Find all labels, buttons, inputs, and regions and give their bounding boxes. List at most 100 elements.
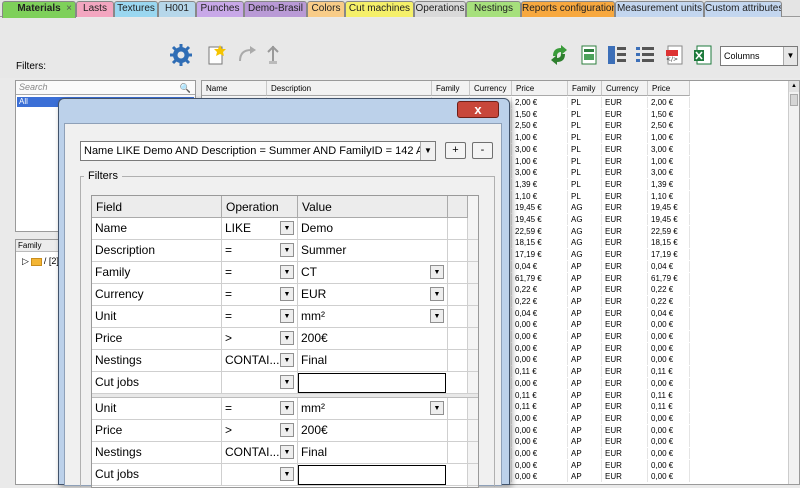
filter-row[interactable]: Unit = ▼ mm² ▼ [92,306,478,328]
filter-row[interactable]: Currency = ▼ EUR ▼ [92,284,478,306]
filter-value[interactable]: mm² [298,306,448,327]
tab-punches[interactable]: Punches [196,1,244,17]
tab-colors[interactable]: Colors [307,1,345,17]
columns-layout-icon[interactable] [606,44,628,66]
filter-row[interactable]: Cut jobs ▼ [92,372,478,394]
tab-cut-machines[interactable]: Cut machines [345,1,414,17]
table-cell: 1,39 € [648,178,690,190]
chevron-down-icon[interactable]: ▼ [430,309,444,323]
filter-dialog: x Name LIKE Demo AND Description = Summe… [58,98,510,488]
filter-row-spacer [448,464,468,485]
filter-row[interactable]: Nestings CONTAI... ▼ Final [92,350,478,372]
search-icon[interactable]: 🔍 [180,82,191,95]
tab-operations[interactable]: Operations [414,1,466,17]
filter-row[interactable]: Nestings CONTAI... ▼ Final [92,442,478,464]
filter-expression-dropdown[interactable]: Name LIKE Demo AND Description = Summer … [80,141,436,161]
scroll-up-icon[interactable]: ▲ [789,81,799,92]
tab-demo-brasil[interactable]: Demo-Brasil [244,1,307,17]
grid-header-price[interactable]: Price [648,81,690,96]
chevron-down-icon[interactable]: ▼ [430,265,444,279]
filter-row[interactable]: Family = ▼ CT ▼ [92,262,478,284]
table-cell: AP [568,354,602,366]
table-cell: 0,22 € [648,295,690,307]
filter-value[interactable]: Final [298,350,448,371]
filter-row-spacer [448,398,468,419]
filter-row[interactable]: Cut jobs ▼ [92,464,478,486]
sync-icon[interactable] [548,44,570,66]
export-document-icon[interactable] [578,44,600,66]
filter-value[interactable]: 200€ [298,420,448,441]
filter-value-input[interactable] [298,465,446,485]
close-button[interactable]: x [457,101,499,118]
table-cell: 0,11 € [512,389,568,401]
remove-filter-button[interactable]: - [472,142,493,159]
filter-value[interactable]: CT [298,262,448,283]
grid-header-name[interactable]: Name [202,81,267,96]
import-icon[interactable] [262,44,284,66]
chevron-down-icon[interactable]: ▼ [280,309,294,323]
tab-textures[interactable]: Textures [114,1,158,17]
table-cell: 0,00 € [512,377,568,389]
tab-custom-attributes[interactable]: Custom attributes [704,1,782,17]
grid-header-description[interactable]: Description [267,81,432,96]
tab-nestings[interactable]: Nestings [466,1,521,17]
filter-row[interactable]: Price > ▼ 200€ [92,328,478,350]
chevron-down-icon[interactable]: ▼ [280,331,294,345]
filter-row[interactable]: Price > ▼ 200€ [92,420,478,442]
table-cell: 0,11 € [648,401,690,413]
grid-header-family[interactable]: Family [432,81,470,96]
filter-value-text: CT [301,265,317,279]
expand-arrow-icon[interactable]: ▷ [22,256,29,266]
settings-icon[interactable] [170,44,192,66]
tab-lasts[interactable]: Lasts [76,1,114,17]
filter-value[interactable]: EUR [298,284,448,305]
chevron-down-icon[interactable]: ▼ [430,401,444,415]
grid-header-currency[interactable]: Currency [602,81,648,96]
chevron-down-icon[interactable]: ▼ [280,265,294,279]
chevron-down-icon[interactable]: ▼ [280,467,294,481]
grid-header-family[interactable]: Family [568,81,602,96]
filter-value-input[interactable] [298,373,446,393]
table-cell: 1,50 € [512,108,568,120]
filter-value[interactable]: Final [298,442,448,463]
chevron-down-icon[interactable]: ▼ [280,221,294,235]
filter-value[interactable]: Summer [298,240,448,261]
filter-row[interactable]: Description = ▼ Summer [92,240,478,262]
redo-icon[interactable] [236,44,258,66]
chevron-down-icon[interactable]: ▼ [280,445,294,459]
table-cell: AP [568,424,602,436]
grid-header-currency[interactable]: Currency [470,81,512,96]
tab-reports-configuration[interactable]: Reports configuration [521,1,615,17]
new-document-icon[interactable] [205,44,227,66]
close-icon[interactable]: × [66,2,72,16]
chevron-down-icon[interactable]: ▼ [280,401,294,415]
filter-row[interactable]: Name LIKE ▼ Demo [92,218,478,240]
chevron-down-icon[interactable]: ▼ [280,423,294,437]
list-layout-icon[interactable] [634,44,656,66]
add-filter-button[interactable]: + [445,142,466,159]
chevron-down-icon[interactable]: ▼ [280,353,294,367]
export-xml-icon[interactable]: </> [664,44,686,66]
filter-row[interactable]: Unit = ▼ mm² ▼ [92,398,478,420]
table-cell: PL [568,132,602,144]
tab-materials[interactable]: Materials × [2,1,76,18]
chevron-down-icon[interactable]: ▼ [280,287,294,301]
filter-value[interactable]: mm² [298,398,448,419]
tab-measurement-units[interactable]: Measurement units [615,1,704,17]
table-cell: EUR [602,260,648,272]
chevron-down-icon[interactable]: ▼ [280,375,294,389]
export-excel-icon[interactable] [692,44,714,66]
table-cell: AP [568,471,602,483]
tab-h001[interactable]: H001 [158,1,196,17]
columns-dropdown[interactable]: Columns ▼ [720,46,798,66]
chevron-down-icon[interactable]: ▼ [280,243,294,257]
family-tree-item[interactable]: ▷ / [2] [22,256,59,267]
table-cell: EUR [602,342,648,354]
table-cell: 2,00 € [512,97,568,108]
scroll-thumb[interactable] [790,94,798,106]
chevron-down-icon[interactable]: ▼ [430,287,444,301]
grid-header-price[interactable]: Price [512,81,568,96]
filter-value[interactable]: 200€ [298,328,448,349]
filter-value[interactable]: Demo [298,218,448,239]
search-input[interactable]: Search 🔍 [16,81,195,95]
